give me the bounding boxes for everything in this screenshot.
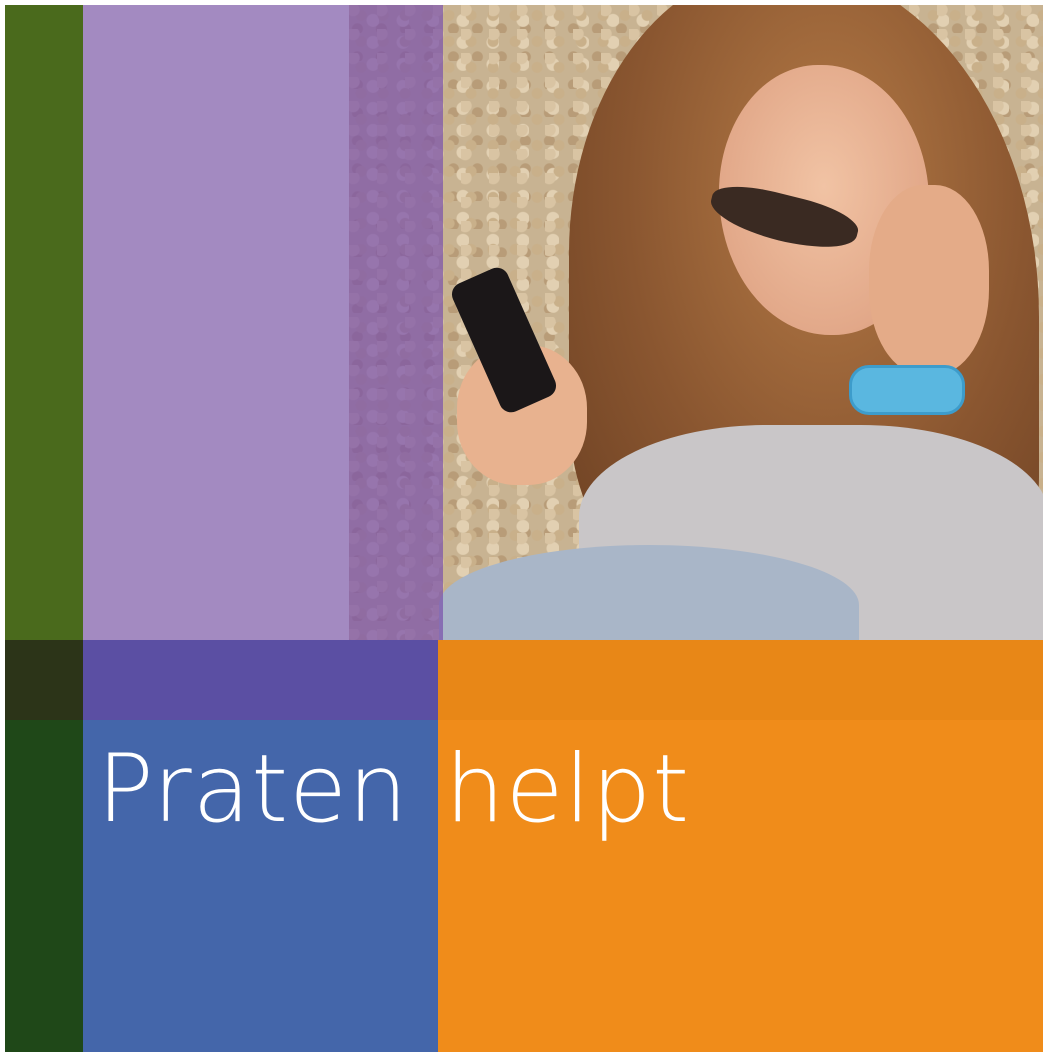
lilac-panel (83, 5, 349, 640)
dark-green-stripe-band (5, 640, 83, 720)
orange-band (438, 640, 1043, 720)
watch-shape (849, 365, 965, 415)
purple-band (83, 640, 438, 720)
green-stripe (5, 5, 83, 640)
girl-with-phone-photo (349, 5, 1043, 640)
dark-green-stripe (5, 720, 83, 1052)
title-word-helpt: helpt (445, 735, 691, 844)
poster: Praten helpt (5, 5, 1043, 1052)
hand-shape (869, 185, 989, 375)
title-word-praten: Praten (97, 735, 409, 844)
purple-tint-overlay (349, 5, 443, 640)
